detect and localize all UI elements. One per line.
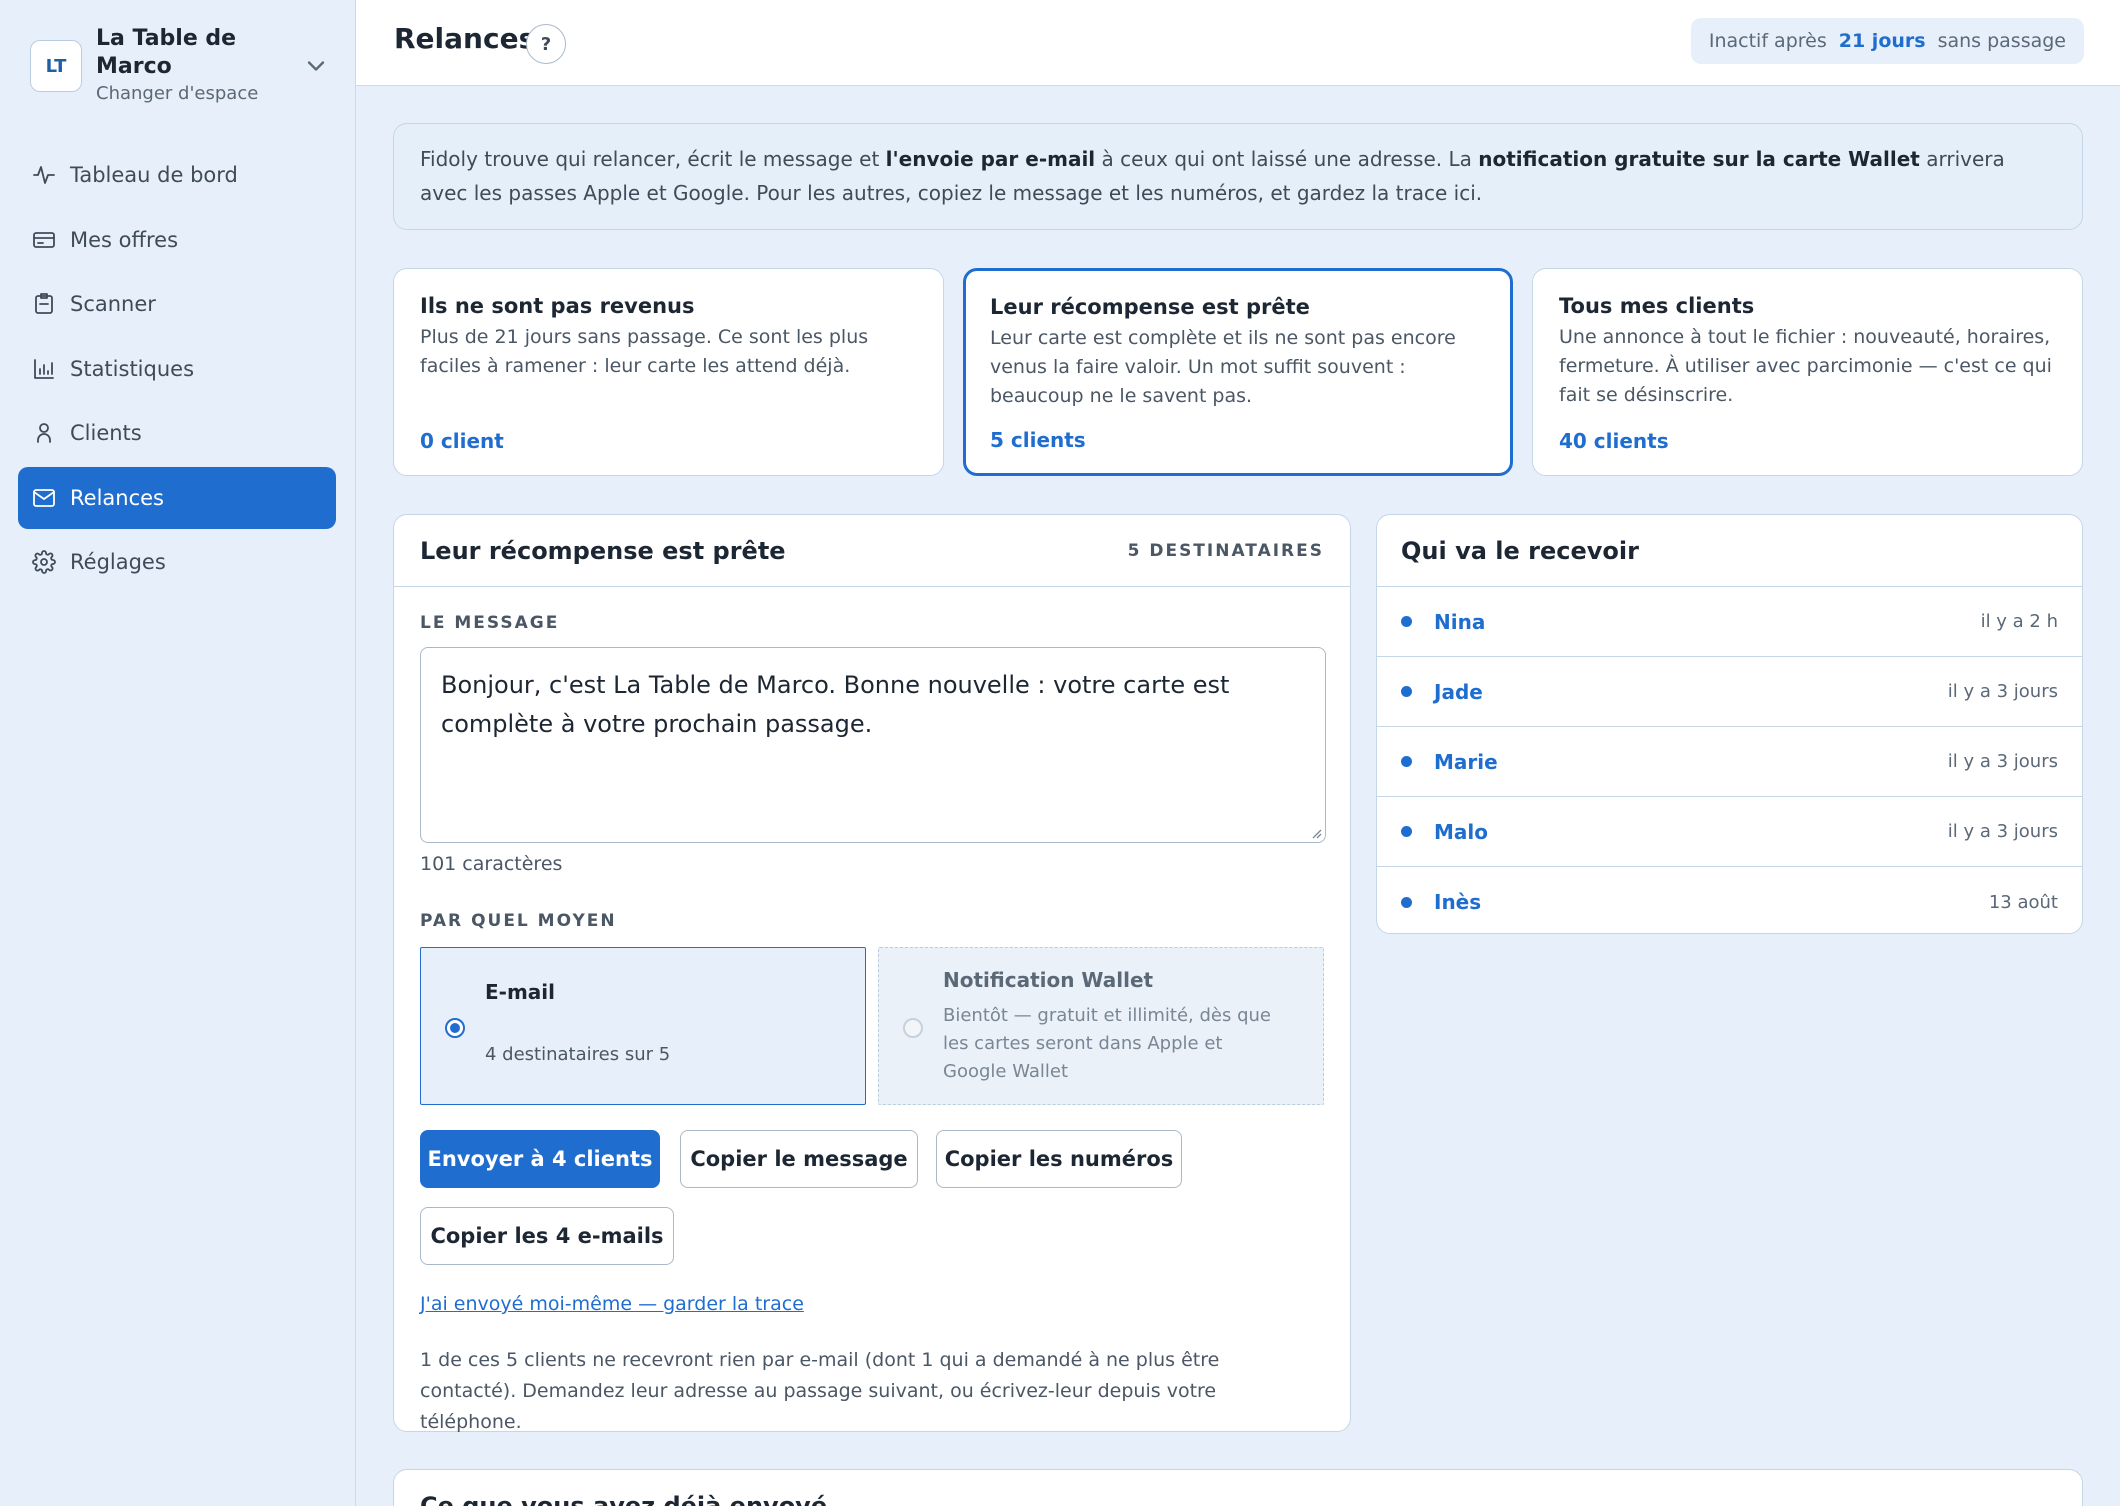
delivery-note: 1 de ces 5 clients ne recevront rien par… xyxy=(420,1349,1220,1433)
recipient-last-visit: il y a 3 jours xyxy=(1947,821,2058,842)
segment-title: Tous mes clients xyxy=(1559,294,1755,318)
status-dot xyxy=(1401,896,1412,908)
bar-chart-icon xyxy=(34,358,54,379)
activity-icon xyxy=(33,166,55,184)
status-dot xyxy=(1401,756,1412,767)
recipients-header: Qui va le recevoir xyxy=(1377,515,2082,587)
send-button[interactable]: Envoyer à 4 clients xyxy=(420,1130,660,1188)
segment-count: 5 clients xyxy=(990,428,1086,452)
channel-option-email[interactable]: E-mail 4 destinataires sur 5 xyxy=(420,947,866,1105)
sidebar-item-reglages[interactable]: Réglages xyxy=(18,531,336,593)
sidebar-item-scanner[interactable]: Scanner xyxy=(18,273,336,335)
workspace-switch-label: Changer d'espace xyxy=(96,83,259,104)
email-option-title: E-mail xyxy=(485,980,556,1004)
segment-card-reward-ready[interactable]: Leur récompense est prête Leur carte est… xyxy=(963,268,1513,476)
segment-title: Ils ne sont pas revenus xyxy=(420,294,695,318)
status-dot xyxy=(1401,826,1412,837)
message-text: Bonjour, c'est La Table de Marco. Bonne … xyxy=(441,671,1230,738)
card-icon xyxy=(33,231,55,248)
recipient-last-visit: il y a 3 jours xyxy=(1947,751,2058,772)
list-item[interactable]: Marie il y a 3 jours xyxy=(1377,727,2082,797)
page-title: Relances xyxy=(394,22,536,55)
copy-message-button[interactable]: Copier le message xyxy=(680,1130,918,1188)
workspace-avatar: LT xyxy=(30,40,82,92)
inactivity-threshold[interactable]: Inactif après 21 jours sans passage xyxy=(1690,18,2084,64)
copy-emails-button[interactable]: Copier les 4 e-mails xyxy=(420,1207,674,1265)
sidebar-item-statistiques[interactable]: Statistiques xyxy=(18,338,336,400)
recipient-last-visit: il y a 2 h xyxy=(1980,611,2058,632)
segment-count: 0 client xyxy=(420,429,504,453)
segment-description: Leur carte est complète et ils ne sont p… xyxy=(990,327,1456,407)
sidebar-item-label: Statistiques xyxy=(70,356,195,381)
channel-label: PAR QUEL MOYEN xyxy=(420,911,617,931)
recipients-count: 5 DESTINATAIRES xyxy=(1127,540,1324,561)
email-radio[interactable] xyxy=(445,1018,465,1038)
segment-card-all-clients[interactable]: Tous mes clients Une annonce à tout le f… xyxy=(1532,268,2083,476)
list-item[interactable]: Inès 13 août xyxy=(1377,867,2082,933)
char-count: 101 caractères xyxy=(420,853,563,875)
history-card: Ce que vous avez déjà envoyé xyxy=(393,1469,2083,1506)
mail-icon xyxy=(33,488,55,507)
copy-numbers-button[interactable]: Copier les numéros xyxy=(936,1130,1182,1188)
chevron-down-icon xyxy=(307,61,325,71)
scanner-icon xyxy=(35,293,53,314)
segment-description: Plus de 21 jours sans passage. Ce sont l… xyxy=(420,326,869,377)
sidebar-item-label: Clients xyxy=(70,421,142,445)
inactivity-suffix: sans passage xyxy=(1937,30,2066,52)
recipient-name[interactable]: Inès xyxy=(1434,890,1989,914)
channel-option-wallet: Notification Wallet Bientôt — gratuit et… xyxy=(878,947,1324,1105)
recipients-card: Qui va le recevoir Nina il y a 2 h Jade … xyxy=(1376,514,2083,934)
page-header: Relances ? Inactif après 21 jours sans p… xyxy=(356,0,2120,86)
segment-title: Leur récompense est prête xyxy=(990,295,1310,319)
workspace-switcher[interactable]: LT La Table de Marco Changer d'espace xyxy=(30,26,330,104)
history-title: Ce que vous avez déjà envoyé xyxy=(420,1492,828,1506)
self-sent-link[interactable]: J'ai envoyé moi-même — garder la trace xyxy=(420,1293,804,1315)
help-button[interactable]: ? xyxy=(526,24,566,64)
sidebar-item-label: Scanner xyxy=(70,292,156,316)
recipient-name[interactable]: Nina xyxy=(1434,610,1981,634)
sidebar-nav: Tableau de bord Mes offres Scanner Stati… xyxy=(18,144,336,596)
sidebar: LT La Table de Marco Changer d'espace Ta… xyxy=(0,0,356,1506)
sidebar-item-label: Réglages xyxy=(70,550,166,574)
email-option-subtitle: 4 destinataires sur 5 xyxy=(485,1044,671,1065)
list-item[interactable]: Malo il y a 3 jours xyxy=(1377,797,2082,867)
workspace-name: La Table de Marco xyxy=(96,26,237,79)
segment-card-not-returned[interactable]: Ils ne sont pas revenus Plus de 21 jours… xyxy=(393,268,944,476)
compose-card: Leur récompense est prête 5 DESTINATAIRE… xyxy=(393,514,1351,1433)
gear-icon xyxy=(32,550,56,574)
sidebar-item-tableau-de-bord[interactable]: Tableau de bord xyxy=(18,144,336,206)
sidebar-item-label: Tableau de bord xyxy=(70,163,238,187)
list-item[interactable]: Nina il y a 2 h xyxy=(1377,587,2082,657)
inactivity-days: 21 jours xyxy=(1838,30,1926,52)
sidebar-item-clients[interactable]: Clients xyxy=(18,402,336,464)
message-label: LE MESSAGE xyxy=(420,613,560,633)
info-banner: Fidoly trouve qui relancer, écrit le mes… xyxy=(393,123,2083,230)
wallet-radio xyxy=(903,1018,923,1038)
recipient-name[interactable]: Marie xyxy=(1434,750,1948,774)
recipient-name[interactable]: Malo xyxy=(1434,820,1948,844)
sidebar-item-relances[interactable]: Relances xyxy=(18,466,336,529)
recipient-name[interactable]: Jade xyxy=(1434,680,1948,704)
status-dot xyxy=(1401,616,1412,627)
recipient-last-visit: 13 août xyxy=(1988,891,2058,913)
compose-title: Leur récompense est prête xyxy=(420,536,786,565)
sidebar-item-mes-offres[interactable]: Mes offres xyxy=(18,209,336,271)
segment-description: Une annonce à tout le fichier : nouveaut… xyxy=(1559,326,2052,406)
recipient-last-visit: il y a 3 jours xyxy=(1947,681,2058,702)
compose-header: Leur récompense est prête 5 DESTINATAIRE… xyxy=(394,515,1350,587)
recipients-title: Qui va le recevoir xyxy=(1401,536,1639,565)
message-textarea[interactable]: Bonjour, c'est La Table de Marco. Bonne … xyxy=(420,647,1326,843)
user-icon xyxy=(37,423,51,443)
segment-count: 40 clients xyxy=(1559,429,1669,453)
list-item[interactable]: Jade il y a 3 jours xyxy=(1377,657,2082,727)
wallet-option-title: Notification Wallet xyxy=(943,968,1154,992)
status-dot xyxy=(1401,686,1412,697)
wallet-option-subtitle: Bientôt — gratuit et illimité, dès que l… xyxy=(943,1005,1271,1082)
sidebar-item-label: Relances xyxy=(70,485,164,510)
resize-handle-icon[interactable] xyxy=(1310,827,1322,839)
sidebar-item-label: Mes offres xyxy=(70,227,179,252)
inactivity-prefix: Inactif après xyxy=(1708,30,1827,52)
